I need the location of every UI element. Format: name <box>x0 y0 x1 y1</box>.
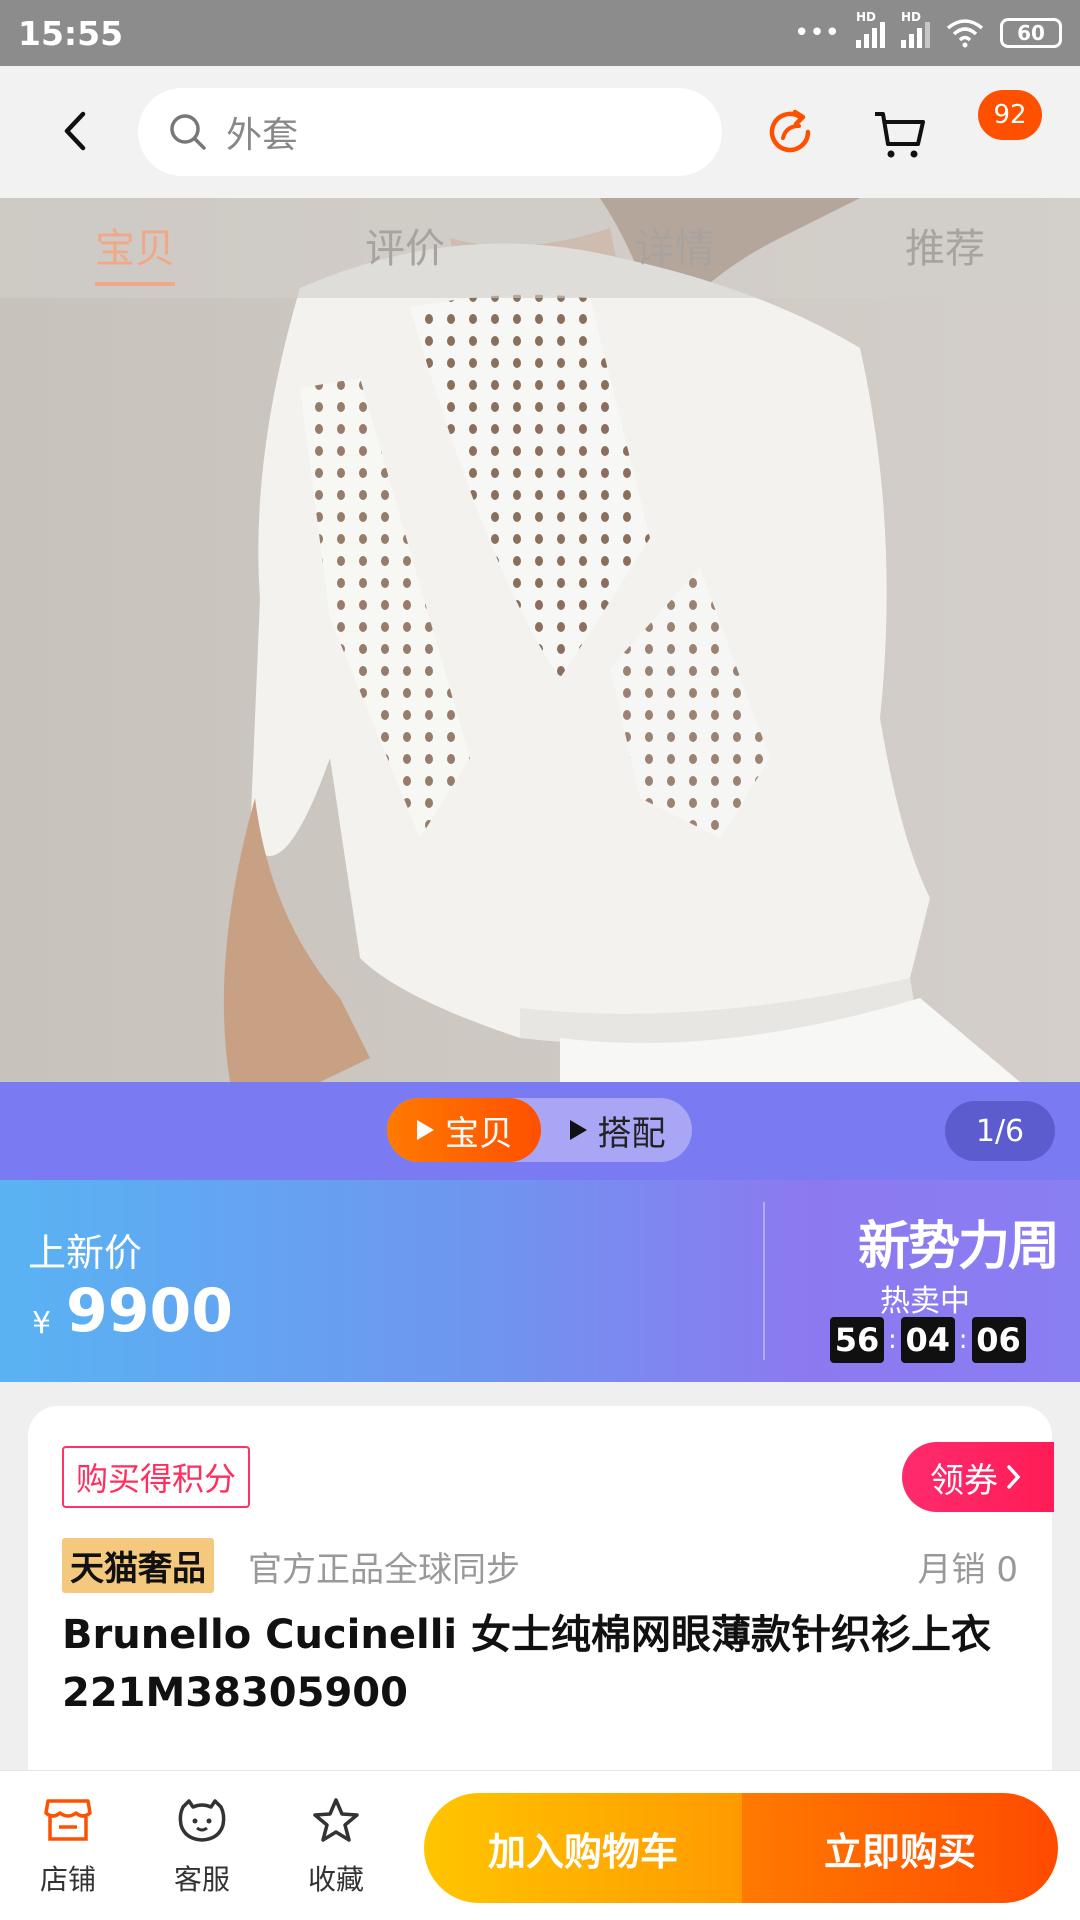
star-icon <box>313 1798 359 1842</box>
play-icon <box>417 1120 434 1140</box>
promo-title: 新势力周 <box>858 1217 1060 1277</box>
service-icon <box>178 1799 226 1842</box>
cart-count-badge[interactable]: 92 <box>978 90 1042 140</box>
product-photo <box>0 198 1080 1082</box>
favorite-button[interactable]: 收藏 <box>286 1797 386 1898</box>
media-switch-bar: 宝贝 搭配 1/6 <box>0 1082 1080 1180</box>
battery-icon: 60 <box>1000 18 1062 48</box>
tab-details[interactable]: 详情 <box>540 198 810 298</box>
price-currency: ¥ <box>32 1306 52 1341</box>
status-icons: ••• HD HD 60 <box>793 10 1062 48</box>
tab-item[interactable]: 宝贝 <box>0 198 270 298</box>
tab-recommend[interactable]: 推荐 <box>810 198 1080 298</box>
gallery-tabs: 宝贝 评价 详情 推荐 <box>0 198 1080 298</box>
play-icon <box>569 1120 587 1140</box>
notification-dots-icon: ••• <box>793 18 840 48</box>
media-item-button[interactable]: 宝贝 <box>387 1098 541 1162</box>
product-title: Brunello Cucinelli 女士纯棉网眼薄款针织衫上衣 221M383… <box>62 1612 992 1716</box>
top-nav: 外套 92 <box>0 66 1080 198</box>
points-tag[interactable]: 购买得积分 <box>62 1446 251 1508</box>
coupon-button[interactable]: 领券 <box>902 1442 1054 1512</box>
signal-icon-1: HD <box>856 10 885 48</box>
share-icon[interactable] <box>762 104 818 160</box>
price-divider <box>763 1202 765 1360</box>
promo-status: 热卖中 <box>880 1284 970 1319</box>
countdown-seconds: 06 <box>971 1317 1026 1363</box>
store-tag: 天猫奢品 <box>62 1538 214 1593</box>
bottom-action-bar: 店铺 客服 收藏 加入购物车 立即购买 <box>0 1770 1080 1920</box>
tab-reviews[interactable]: 评价 <box>270 198 540 298</box>
chevron-right-icon <box>1007 1465 1021 1489</box>
search-input[interactable]: 外套 <box>138 88 722 176</box>
image-pager: 1/6 <box>945 1101 1055 1161</box>
price-label: 上新价 <box>28 1231 143 1275</box>
monthly-sales: 月销 0 <box>917 1550 1018 1590</box>
customer-service-button[interactable]: 客服 <box>152 1797 252 1898</box>
countdown-timer: 56 : 04 : 06 <box>830 1317 1026 1363</box>
signal-icon-2: HD <box>901 10 930 48</box>
media-segment-control: 宝贝 搭配 <box>387 1098 692 1162</box>
product-info-card: 购买得积分 领券 天猫奢品 官方正品全球同步 月销 0 Brunello Cuc… <box>28 1406 1054 1786</box>
product-image-gallery[interactable]: 宝贝 评价 详情 推荐 <box>0 198 1080 1082</box>
wifi-icon <box>946 19 984 48</box>
status-time: 15:55 <box>18 13 124 53</box>
back-arrow-icon[interactable] <box>55 106 95 156</box>
store-button[interactable]: 店铺 <box>18 1797 118 1898</box>
media-match-button[interactable]: 搭配 <box>541 1098 692 1162</box>
price-value: 9900 <box>66 1276 233 1346</box>
status-bar: 15:55 ••• HD HD 60 <box>0 0 1080 66</box>
add-to-cart-button[interactable]: 加入购物车 <box>424 1793 742 1903</box>
countdown-hours: 56 <box>830 1317 884 1363</box>
price-band: 上新价 ¥ 9900 新势力周 热卖中 56 : 04 : 06 <box>0 1180 1080 1382</box>
search-icon <box>170 114 206 150</box>
official-text: 官方正品全球同步 <box>248 1550 520 1590</box>
store-icon <box>44 1799 92 1841</box>
cart-icon[interactable] <box>872 106 928 162</box>
search-placeholder: 外套 <box>226 115 299 156</box>
countdown-minutes: 04 <box>900 1317 955 1363</box>
buy-now-button[interactable]: 立即购买 <box>742 1793 1058 1903</box>
